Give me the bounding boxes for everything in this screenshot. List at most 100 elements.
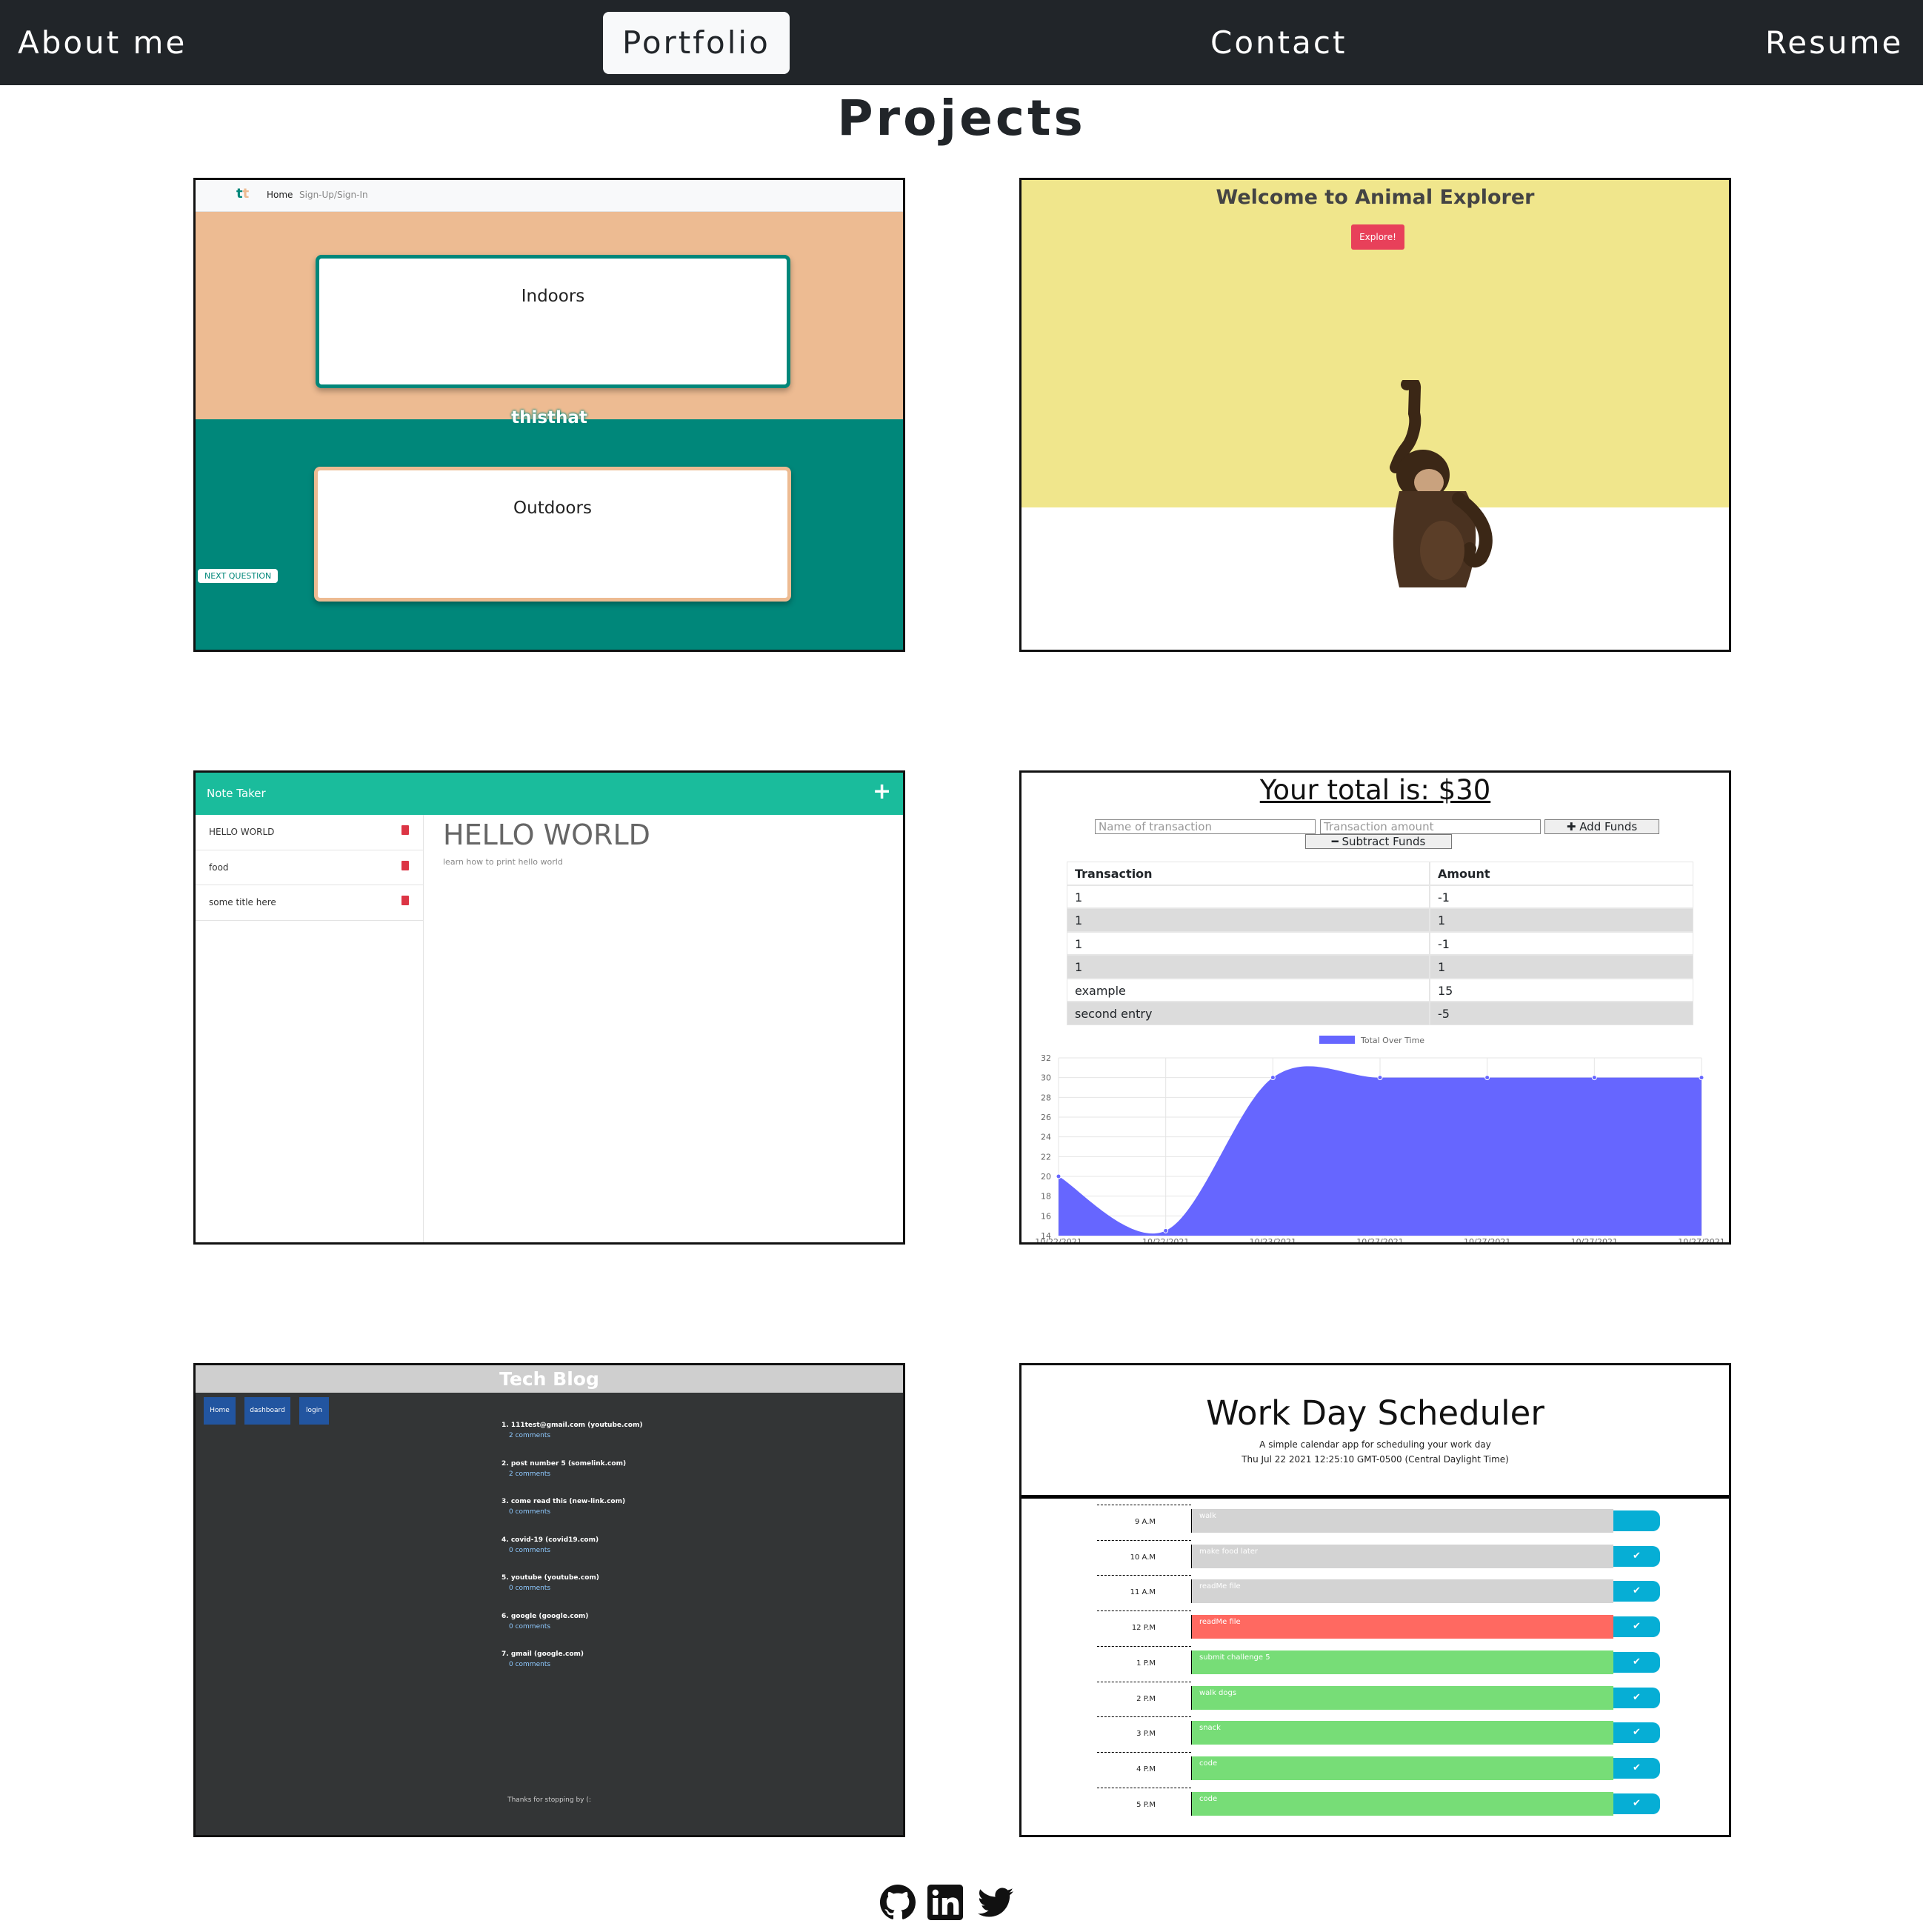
hour-textarea[interactable]: walk dogs [1191,1685,1613,1710]
x-tick-label: 10/27/2021 [1464,1237,1510,1242]
blog-post-comments[interactable]: 2 comments [509,1470,550,1478]
blog-post-title[interactable]: 2. post number 5 (somelink.com) [501,1460,626,1468]
x-tick-label: 10/27/2021 [1571,1237,1618,1242]
y-tick-label: 32 [1041,1053,1051,1063]
thisthat-logo: thisthat [511,408,587,427]
check-icon: ✔ [1633,1656,1641,1668]
table-cell: 1 [1067,955,1430,979]
nav-contact[interactable]: Contact [1210,12,1347,74]
blog-post-comments[interactable]: 0 comments [509,1508,550,1516]
project-card-thisthat[interactable]: tt Home Sign-Up/Sign-In Indoors thisthat… [193,178,905,652]
nav-about-me[interactable]: About me [18,12,187,74]
save-button[interactable]: ✔ [1613,1545,1660,1567]
hour-textarea[interactable]: make food later [1191,1544,1613,1568]
blog-post-title[interactable]: 1. 111test@gmail.com (youtube.com) [501,1422,642,1429]
blog-post-comments[interactable]: 0 comments [509,1585,550,1592]
github-icon[interactable] [880,1885,916,1920]
note-title[interactable]: HELLO WORLD [443,819,650,851]
blog-post-comments[interactable]: 0 comments [509,1661,550,1668]
twitter-icon[interactable] [978,1885,1013,1920]
scheduler-divider [1022,1495,1729,1499]
hour-textarea[interactable]: code [1191,1791,1613,1816]
subtract-funds-button[interactable]: ━ Subtract Funds [1305,834,1452,849]
plus-icon: ✚ [1566,820,1580,833]
blog-post-title[interactable]: 5. youtube (youtube.com) [501,1574,599,1582]
note-list-item[interactable]: food [196,850,424,885]
trash-icon[interactable] [401,896,409,905]
blog-post-title[interactable]: 3. come read this (new-link.com) [501,1498,625,1505]
trash-icon[interactable] [401,861,409,870]
x-tick-label: 10/27/2021 [1678,1237,1724,1242]
data-point [1591,1075,1597,1081]
data-point [1056,1173,1062,1179]
save-button[interactable] [1613,1510,1660,1531]
blog-post-comments[interactable]: 0 comments [509,1623,550,1630]
note-body[interactable]: learn how to print hello world [443,857,563,867]
data-point [1699,1075,1704,1081]
save-button[interactable]: ✔ [1613,1581,1660,1602]
check-icon: ✔ [1633,1585,1641,1597]
hour-row: 4 P.M code ✔ [1097,1751,1660,1780]
blog-post-title[interactable]: 7. gmail (google.com) [501,1650,584,1658]
project-card-animal-explorer[interactable]: Welcome to Animal Explorer Explore! [1019,178,1731,652]
note-list-item[interactable]: HELLO WORLD [196,815,424,850]
thisthat-option-outdoors[interactable]: Outdoors [314,467,791,602]
transaction-name-input[interactable]: Name of transaction [1095,819,1316,834]
project-card-budget-tracker[interactable]: Your total is: $30 Name of transaction T… [1019,770,1731,1245]
note-taker-header: Note Taker + [196,773,903,815]
check-icon: ✔ [1633,1762,1641,1773]
save-button[interactable]: ✔ [1613,1687,1660,1708]
blog-post-comments[interactable]: 0 comments [509,1547,550,1554]
x-tick-label: 10/22/2021 [1035,1237,1082,1242]
hour-textarea[interactable]: readMe file [1191,1615,1613,1639]
hour-textarea[interactable]: readMe file [1191,1579,1613,1604]
animal-explorer-explore-button[interactable]: Explore! [1351,224,1404,250]
save-button[interactable]: ✔ [1613,1757,1660,1779]
data-point [1377,1075,1383,1081]
nav-resume[interactable]: Resume [1765,12,1903,74]
blog-post-title[interactable]: 6. google (google.com) [501,1613,588,1620]
blog-post-title[interactable]: 4. covid-19 (covid19.com) [501,1536,599,1544]
save-button[interactable]: ✔ [1613,1616,1660,1638]
tech-blog-nav-dashboard[interactable]: dashboard [244,1397,290,1425]
column-header: Transaction [1067,862,1430,885]
hour-row: 12 P.M readMe file ✔ [1097,1610,1660,1639]
note-list-item-title: some title here [209,897,276,907]
save-button[interactable]: ✔ [1613,1793,1660,1814]
project-card-tech-blog[interactable]: Tech Blog Home dashboard login 1. 111tes… [193,1363,905,1837]
tech-blog-nav-home[interactable]: Home [204,1397,236,1425]
project-card-work-day-scheduler[interactable]: Work Day Scheduler A simple calendar app… [1019,1363,1731,1837]
nav-portfolio[interactable]: Portfolio [603,12,790,74]
note-list-item[interactable]: some title here [196,885,424,921]
project-card-note-taker[interactable]: Note Taker + HELLO WORLD food some title… [193,770,905,1245]
save-button[interactable]: ✔ [1613,1722,1660,1744]
trash-icon[interactable] [401,825,409,835]
table-cell: -5 [1430,1002,1693,1025]
table-cell: example [1067,978,1430,1002]
save-button[interactable]: ✔ [1613,1651,1660,1673]
hour-textarea[interactable]: snack [1191,1721,1613,1745]
hour-textarea[interactable]: submit challenge 5 [1191,1650,1613,1674]
plus-icon[interactable]: + [873,779,891,805]
linkedin-icon[interactable] [927,1885,963,1920]
thisthat-option-indoors[interactable]: Indoors [316,255,790,388]
thisthat-navbar: tt Home Sign-Up/Sign-In [196,180,903,212]
legend-label: Total Over Time [1360,1036,1424,1045]
transaction-amount-input[interactable]: Transaction amount [1320,819,1541,834]
hour-label: 1 P.M [1097,1645,1191,1674]
thisthat-nav-home[interactable]: Home [267,190,293,200]
thisthat-nav-signup[interactable]: Sign-Up/Sign-In [299,190,368,200]
blog-post-comments[interactable]: 2 comments [509,1432,550,1439]
hour-textarea[interactable]: walk [1191,1509,1613,1533]
hour-row: 2 P.M walk dogs ✔ [1097,1681,1660,1710]
data-point [1484,1075,1490,1081]
tech-blog-nav-login[interactable]: login [299,1397,329,1425]
hour-row: 3 P.M snack ✔ [1097,1716,1660,1745]
hour-textarea[interactable]: code [1191,1756,1613,1780]
thisthat-next-question-button[interactable]: NEXT QUESTION [198,569,279,583]
navbar: About me Portfolio Contact Resume [0,0,1923,85]
y-tick-label: 18 [1041,1192,1051,1202]
note-taker-app-title: Note Taker [207,787,266,800]
add-funds-button[interactable]: ✚ Add Funds [1544,819,1659,834]
hour-label: 4 P.M [1097,1751,1191,1780]
